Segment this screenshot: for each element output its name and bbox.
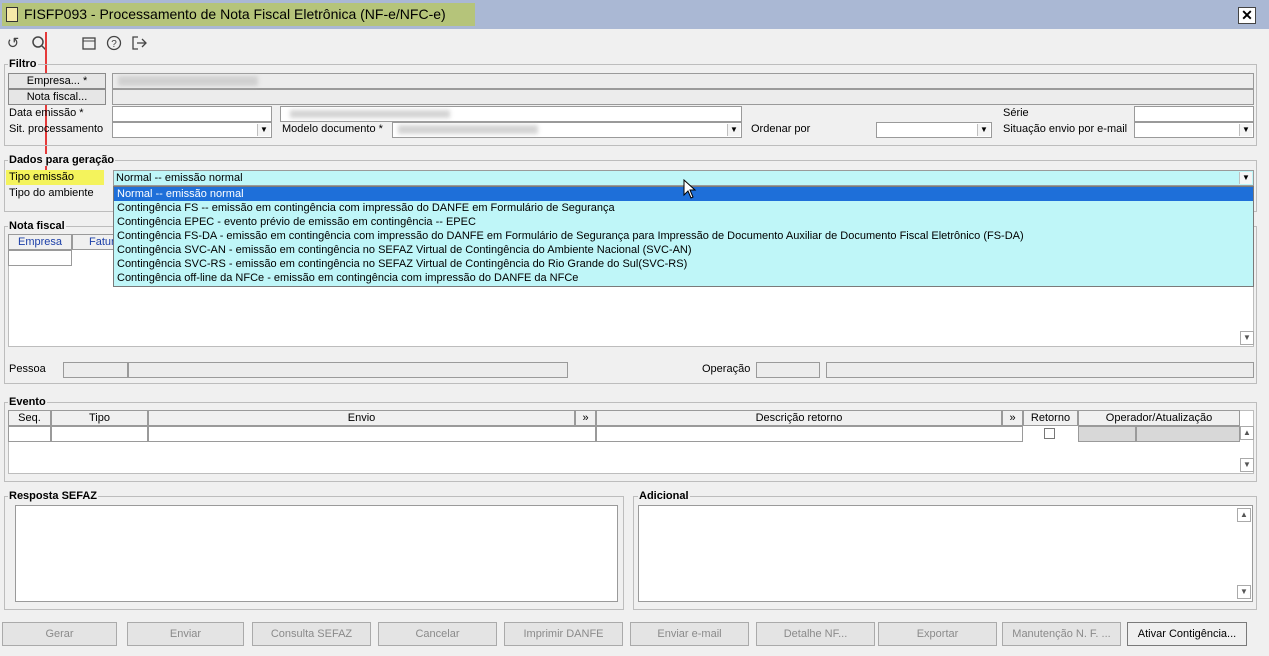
empresa-button[interactable]: Empresa... * bbox=[8, 73, 106, 89]
scroll-up-icon[interactable]: ▲ bbox=[1237, 508, 1251, 522]
dropdown-option-fs[interactable]: Contingência FS -- emissão em contingênc… bbox=[114, 201, 1253, 215]
dropdown-option-offline-nfce[interactable]: Contingência off-line da NFCe - emissão … bbox=[114, 271, 1253, 285]
evento-title: Evento bbox=[8, 396, 47, 408]
situacao-envio-select[interactable]: ▼ bbox=[1134, 122, 1254, 138]
exportar-button[interactable]: Exportar bbox=[878, 622, 997, 646]
filtro-title: Filtro bbox=[8, 58, 38, 70]
expand-descricao-button[interactable]: » bbox=[1002, 410, 1023, 426]
window-title: FISFP093 - Processamento de Nota Fiscal … bbox=[24, 6, 446, 22]
sit-processamento-select[interactable]: ▼ bbox=[112, 122, 272, 138]
document-icon bbox=[6, 7, 18, 22]
scroll-down-icon[interactable]: ▼ bbox=[1240, 458, 1254, 472]
dropdown-option-epec[interactable]: Contingência EPEC - evento prévio de emi… bbox=[114, 215, 1253, 229]
dropdown-option-svc-an[interactable]: Contingência SVC-AN - emissão em conting… bbox=[114, 243, 1253, 257]
dados-title: Dados para geração bbox=[8, 154, 116, 166]
grid-cell[interactable] bbox=[8, 250, 72, 266]
scroll-down-icon[interactable]: ▼ bbox=[1240, 331, 1254, 345]
cancelar-button[interactable]: Cancelar bbox=[378, 622, 497, 646]
col-retorno-header[interactable]: Retorno bbox=[1023, 410, 1078, 426]
toolbar: ↺ ? bbox=[0, 30, 1269, 58]
mouse-cursor-icon bbox=[683, 179, 697, 199]
adicional-textarea[interactable] bbox=[638, 505, 1253, 602]
operacao-label: Operação bbox=[702, 363, 751, 375]
scroll-up-icon[interactable]: ▲ bbox=[1240, 426, 1254, 440]
grid-cell[interactable] bbox=[148, 426, 596, 442]
nota-fiscal-title: Nota fiscal bbox=[8, 220, 66, 232]
data-emissao-label: Data emissão * bbox=[9, 107, 84, 119]
tipo-emissao-label: Tipo emissão bbox=[9, 171, 75, 183]
grid-cell[interactable] bbox=[596, 426, 1023, 442]
imprimir-danfe-button[interactable]: Imprimir DANFE bbox=[504, 622, 623, 646]
close-button[interactable]: ✕ bbox=[1238, 7, 1256, 24]
operacao-code-field bbox=[756, 362, 820, 378]
serie-field[interactable] bbox=[1134, 106, 1254, 122]
tipo-emissao-dropdown-list: Normal -- emissão normal Contingência FS… bbox=[113, 186, 1254, 287]
calendar-icon[interactable] bbox=[80, 35, 98, 53]
enviar-email-button[interactable]: Enviar e-mail bbox=[630, 622, 749, 646]
col-fatura-header[interactable]: Fatur bbox=[72, 234, 115, 250]
scroll-down-icon[interactable]: ▼ bbox=[1237, 585, 1251, 599]
col-seq-header[interactable]: Seq. bbox=[8, 410, 51, 426]
col-tipo-header[interactable]: Tipo bbox=[51, 410, 148, 426]
resposta-textarea[interactable] bbox=[15, 505, 618, 602]
col-descricao-header[interactable]: Descrição retorno bbox=[596, 410, 1002, 426]
pessoa-label: Pessoa bbox=[9, 363, 46, 375]
col-empresa-header[interactable]: Empresa bbox=[8, 234, 72, 250]
help-icon[interactable]: ? bbox=[105, 35, 123, 53]
col-envio-header[interactable]: Envio bbox=[148, 410, 575, 426]
dropdown-option-fs-da[interactable]: Contingência FS-DA - emissão em contingê… bbox=[114, 229, 1253, 243]
chevron-down-icon: ▼ bbox=[1239, 124, 1252, 136]
grid-cell bbox=[1136, 426, 1240, 442]
manutencao-nf-button[interactable]: Manutenção N. F. ... bbox=[1002, 622, 1121, 646]
chevron-down-icon: ▼ bbox=[1239, 172, 1252, 184]
ativar-contingencia-button[interactable]: Ativar Contigência... bbox=[1127, 622, 1247, 646]
grid-cell[interactable] bbox=[51, 426, 148, 442]
expand-envio-button[interactable]: » bbox=[575, 410, 596, 426]
tipo-ambiente-label: Tipo do ambiente bbox=[9, 187, 94, 199]
empresa-field bbox=[112, 73, 1254, 89]
chevron-down-icon: ▼ bbox=[727, 124, 740, 136]
consulta-sefaz-button[interactable]: Consulta SEFAZ bbox=[252, 622, 371, 646]
col-operador-header[interactable]: Operador/Atualização bbox=[1078, 410, 1240, 426]
operacao-desc-field bbox=[826, 362, 1254, 378]
exit-icon[interactable] bbox=[130, 35, 148, 53]
gerar-button[interactable]: Gerar bbox=[2, 622, 117, 646]
nota-fiscal-field bbox=[112, 89, 1254, 105]
ordenar-por-label: Ordenar por bbox=[751, 123, 811, 135]
redacted-area bbox=[290, 110, 450, 118]
chevron-down-icon: ▼ bbox=[977, 124, 990, 136]
adicional-title: Adicional bbox=[638, 490, 690, 502]
serie-label: Série bbox=[1003, 107, 1029, 119]
redacted-area bbox=[118, 76, 258, 86]
pessoa-name-field bbox=[128, 362, 568, 378]
pessoa-code-field bbox=[63, 362, 128, 378]
dropdown-option-svc-rs[interactable]: Contingência SVC-RS - emissão em conting… bbox=[114, 257, 1253, 271]
situacao-envio-label: Situação envio por e-mail bbox=[1003, 123, 1128, 135]
tipo-emissao-value: Normal -- emissão normal bbox=[116, 172, 243, 184]
undo-icon[interactable]: ↺ bbox=[4, 35, 22, 53]
data-emissao-start-field[interactable] bbox=[112, 106, 272, 122]
title-bar: FISFP093 - Processamento de Nota Fiscal … bbox=[0, 0, 1269, 29]
chevron-down-icon: ▼ bbox=[257, 124, 270, 136]
ordenar-por-select[interactable]: ▼ bbox=[876, 122, 992, 138]
enviar-button[interactable]: Enviar bbox=[127, 622, 244, 646]
grid-cell[interactable] bbox=[8, 426, 51, 442]
detalhe-nf-button[interactable]: Detalhe NF... bbox=[756, 622, 875, 646]
svg-text:?: ? bbox=[111, 39, 117, 50]
grid-cell bbox=[1078, 426, 1136, 442]
modelo-documento-label: Modelo documento * bbox=[282, 123, 383, 135]
main-window: FISFP093 - Processamento de Nota Fiscal … bbox=[0, 0, 1269, 656]
nota-fiscal-button[interactable]: Nota fiscal... bbox=[8, 89, 106, 105]
redacted-area bbox=[398, 125, 538, 134]
resposta-title: Resposta SEFAZ bbox=[8, 490, 99, 502]
sit-processamento-label: Sit. processamento bbox=[9, 123, 104, 135]
retorno-checkbox[interactable] bbox=[1044, 428, 1055, 439]
